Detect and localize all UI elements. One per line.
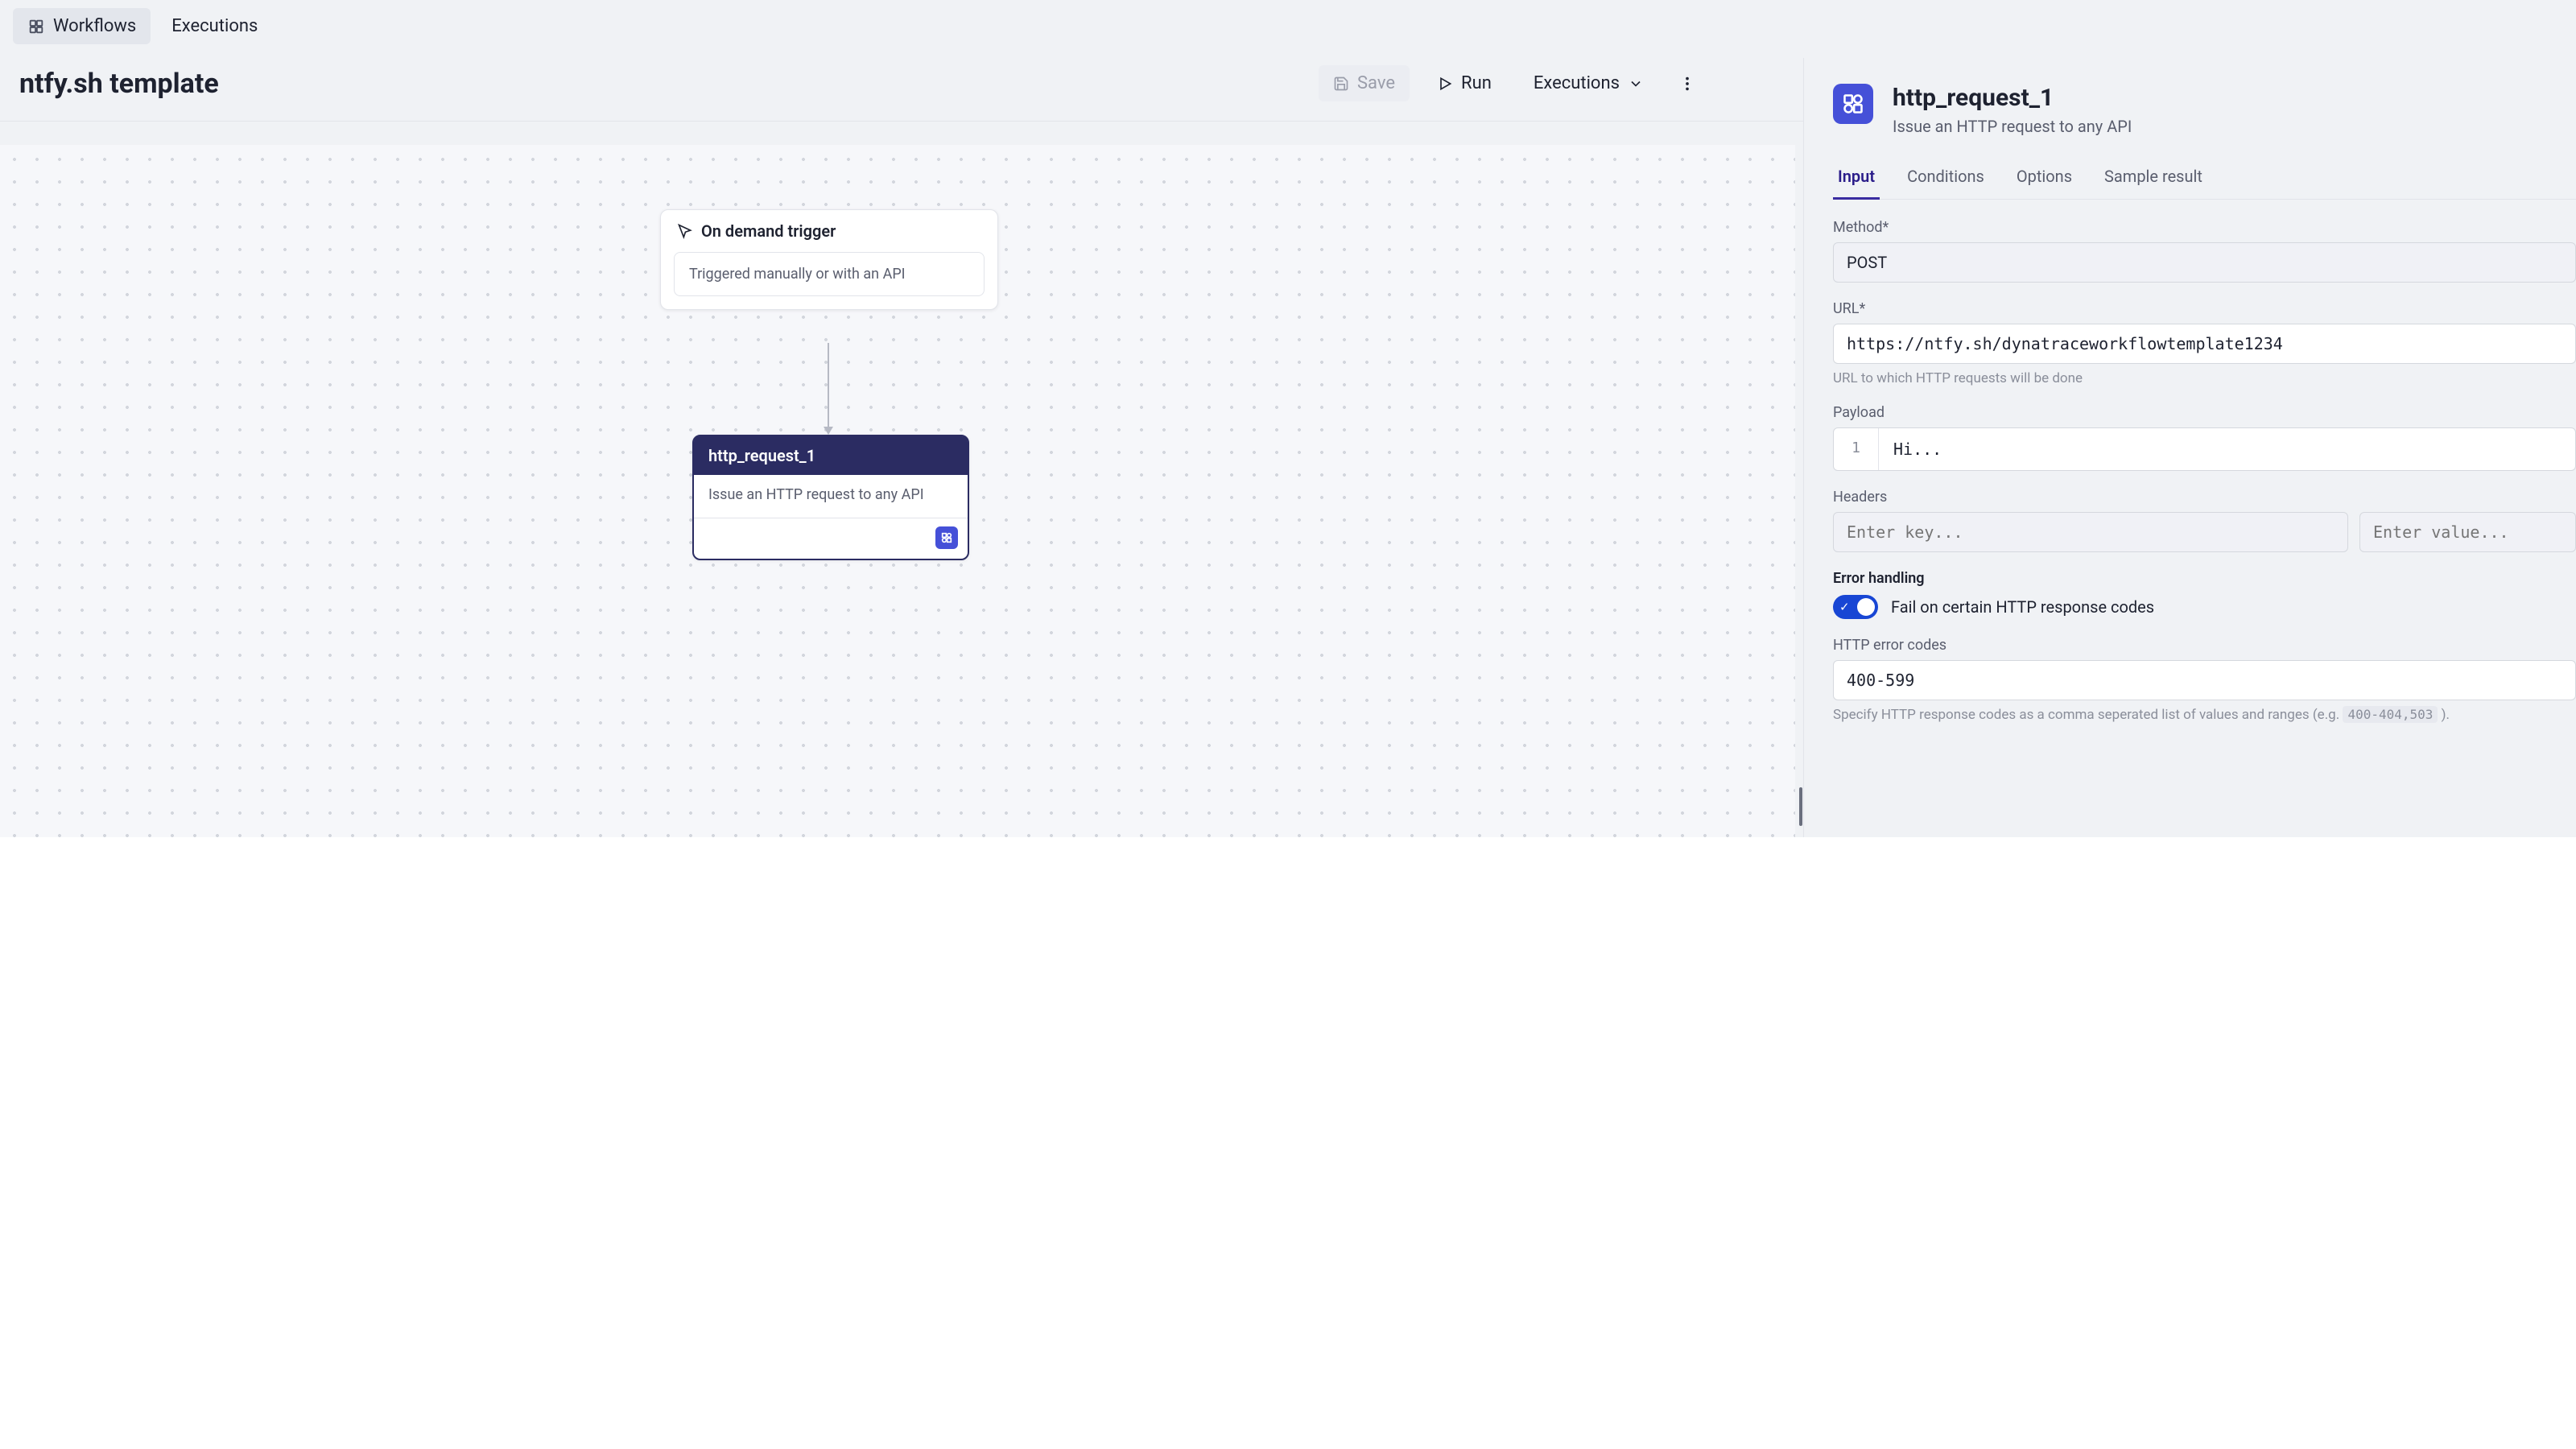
field-url: URL* URL to which HTTP requests will be … [1833, 300, 2576, 386]
error-codes-input[interactable] [1833, 660, 2576, 700]
url-help: URL to which HTTP requests will be done [1833, 370, 2576, 386]
tab-executions-label: Executions [171, 16, 258, 36]
field-method: Method* POST [1833, 219, 2576, 283]
side-panel-tabs: Input Conditions Options Sample result [1833, 159, 2576, 200]
headers-label: Headers [1833, 489, 2576, 506]
workflow-title[interactable]: ntfy.sh template [19, 68, 219, 100]
tab-workflows[interactable]: Workflows [13, 8, 151, 44]
http-node-description: Issue an HTTP request to any API [694, 475, 968, 510]
side-panel-subtitle: Issue an HTTP request to any API [1893, 117, 2132, 136]
payload-editor[interactable]: 1 Hi... [1833, 427, 2576, 471]
url-input[interactable] [1833, 324, 2576, 364]
save-icon [1333, 76, 1349, 92]
fail-on-codes-toggle[interactable]: ✓ [1833, 595, 1878, 619]
action-type-icon [1833, 84, 1873, 124]
tab-workflows-label: Workflows [53, 16, 136, 36]
chevron-down-icon [1628, 76, 1644, 92]
error-codes-help-prefix: Specify HTTP response codes as a comma s… [1833, 707, 2343, 723]
node-connector [828, 343, 829, 433]
side-panel-title[interactable]: http_request_1 [1893, 84, 2132, 112]
payload-label: Payload [1833, 404, 2576, 421]
save-label: Save [1357, 73, 1395, 93]
tab-conditions[interactable]: Conditions [1902, 159, 1989, 200]
error-codes-help: Specify HTTP response codes as a comma s… [1833, 707, 2576, 723]
side-panel-header: http_request_1 Issue an HTTP request to … [1833, 84, 2576, 136]
run-button[interactable]: Run [1422, 65, 1506, 101]
workflows-icon [27, 18, 45, 35]
http-node-icon [935, 526, 958, 549]
play-icon [1437, 76, 1453, 92]
http-request-node[interactable]: http_request_1 Issue an HTTP request to … [692, 435, 969, 560]
input-form: Method* POST URL* URL to which HTTP requ… [1833, 219, 2576, 723]
trigger-node-title: On demand trigger [701, 221, 836, 241]
method-select[interactable]: POST [1833, 242, 2576, 283]
field-error-handling: Error handling ✓ Fail on certain HTTP re… [1833, 570, 2576, 619]
run-label: Run [1461, 73, 1492, 93]
error-codes-help-code: 400-404,503 [2343, 706, 2438, 723]
check-icon: ✓ [1839, 600, 1850, 614]
error-codes-label: HTTP error codes [1833, 637, 2576, 654]
error-codes-help-suffix: ). [2438, 707, 2450, 723]
tab-sample-result[interactable]: Sample result [2099, 159, 2207, 200]
url-label: URL* [1833, 300, 2576, 317]
payload-text[interactable]: Hi... [1879, 428, 2575, 470]
method-label: Method* [1833, 219, 2576, 236]
payload-line-number: 1 [1834, 428, 1879, 470]
executions-label: Executions [1534, 73, 1620, 93]
save-button: Save [1319, 65, 1410, 101]
http-node-title: http_request_1 [694, 436, 968, 475]
tab-input[interactable]: Input [1833, 159, 1880, 200]
header-value-input[interactable] [2359, 512, 2576, 552]
trigger-node-header: On demand trigger [661, 210, 997, 252]
tab-options[interactable]: Options [2012, 159, 2077, 200]
more-vertical-icon [1678, 75, 1696, 93]
workflow-canvas[interactable]: On demand trigger Triggered manually or … [0, 145, 1795, 837]
executions-dropdown[interactable]: Executions [1519, 65, 1658, 101]
field-payload: Payload 1 Hi... [1833, 404, 2576, 471]
toggle-label: Fail on certain HTTP response codes [1891, 597, 2154, 617]
trigger-node-description: Triggered manually or with an API [674, 252, 985, 296]
field-headers: Headers [1833, 489, 2576, 552]
top-nav: Workflows Executions [0, 0, 2576, 52]
header-key-input[interactable] [1833, 512, 2348, 552]
cursor-icon [677, 223, 693, 239]
tab-executions[interactable]: Executions [157, 8, 272, 44]
header-actions: Save Run Executions [1319, 65, 1703, 101]
toggle-knob [1857, 598, 1875, 616]
field-error-codes: HTTP error codes Specify HTTP response c… [1833, 637, 2576, 723]
panel-resize-handle[interactable] [1799, 787, 1802, 826]
trigger-node[interactable]: On demand trigger Triggered manually or … [660, 209, 998, 310]
http-node-footer [694, 518, 968, 559]
side-panel: http_request_1 Issue an HTTP request to … [1803, 58, 2576, 837]
more-menu-button[interactable] [1671, 68, 1703, 100]
error-handling-label: Error handling [1833, 570, 2576, 587]
